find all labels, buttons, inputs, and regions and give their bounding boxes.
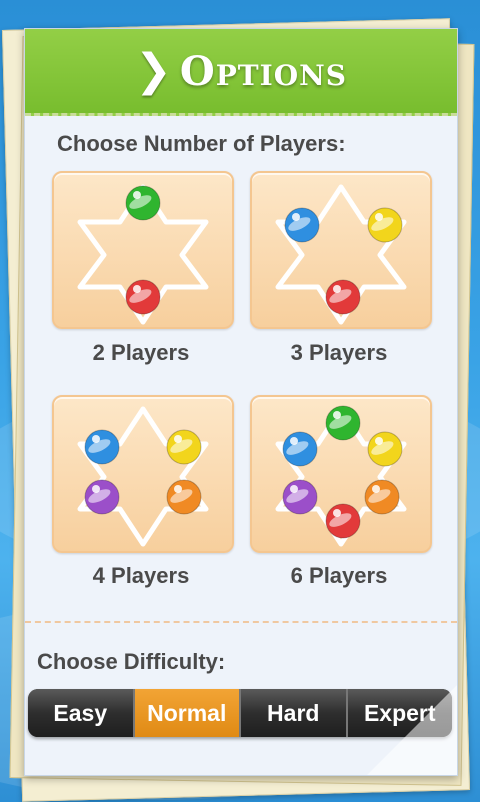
blue-marble-icon [282, 431, 318, 467]
section-divider [25, 621, 457, 623]
blue-marble-icon [84, 429, 120, 465]
difficulty-normal-button[interactable]: Normal [134, 689, 241, 737]
chevron-right-icon: ❯ [135, 46, 172, 95]
four-players-card[interactable] [52, 395, 234, 553]
page-corner-fold [367, 685, 457, 775]
purple-marble-icon [84, 479, 120, 515]
yellow-marble-icon [367, 431, 403, 467]
three-players-card[interactable] [250, 171, 432, 329]
six-players-label: 6 Players [290, 563, 388, 588]
green-marble-icon [125, 185, 161, 221]
three-players-label: 3 Players [290, 340, 388, 365]
page-title: Options [179, 47, 347, 95]
yellow-marble-icon [166, 429, 202, 465]
players-section-label: Choose Number of Players: [57, 131, 346, 156]
red-marble-icon [125, 279, 161, 315]
two-players-card[interactable] [52, 171, 234, 329]
difficulty-easy-button[interactable]: Easy [28, 689, 135, 737]
purple-marble-icon [282, 479, 318, 515]
red-marble-icon [325, 503, 361, 539]
options-panel: ❯ Options Choose Number of Players: 2 Pl… [24, 28, 458, 776]
orange-marble-icon [364, 479, 400, 515]
four-players-label: 4 Players [92, 563, 190, 588]
blue-marble-icon [284, 207, 320, 243]
red-marble-icon [325, 279, 361, 315]
difficulty-hard-button[interactable]: Hard [241, 689, 348, 737]
difficulty-section-label: Choose Difficulty: [37, 649, 226, 674]
two-players-label: 2 Players [92, 340, 190, 365]
green-marble-icon [325, 405, 361, 441]
yellow-marble-icon [367, 207, 403, 243]
six-players-card[interactable] [250, 395, 432, 553]
options-header: ❯ Options [25, 29, 457, 116]
orange-marble-icon [166, 479, 202, 515]
